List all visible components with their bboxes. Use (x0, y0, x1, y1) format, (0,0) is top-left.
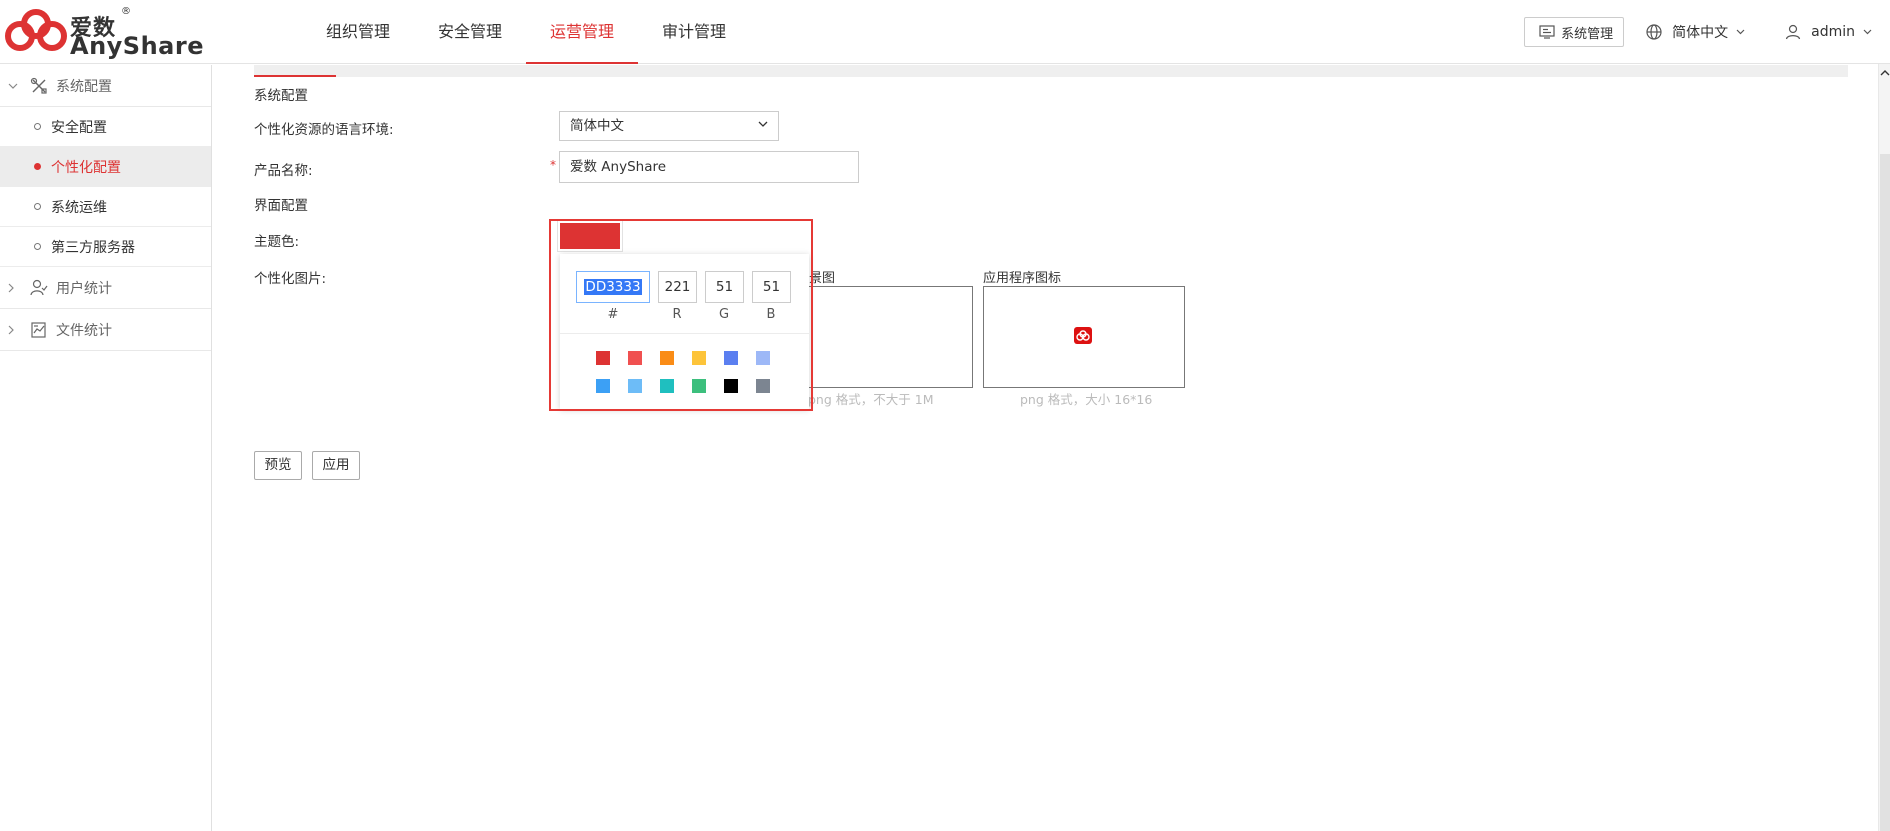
bullet-icon (34, 203, 41, 210)
scrollbar-thumb[interactable] (1880, 154, 1890, 831)
app-icon-hint: png 格式，大小 16*16 (1020, 392, 1153, 407)
cloud-logo-icon (1076, 330, 1090, 341)
username: admin (1811, 24, 1855, 40)
chevron-right-icon (8, 325, 18, 335)
main-nav: 组织管理 安全管理 运营管理 审计管理 (302, 0, 750, 64)
sidebar-item-label: 系统运维 (51, 199, 107, 216)
vertical-scrollbar[interactable] (1878, 64, 1890, 831)
sidebar-group-label: 用户统计 (56, 280, 112, 297)
hex-input[interactable]: DD3333 (576, 271, 650, 303)
sidebar-item-label: 安全配置 (51, 119, 107, 136)
color-swatch[interactable] (756, 351, 770, 365)
app-icon-caption: 应用程序图标 (983, 271, 1062, 286)
color-swatch[interactable] (692, 379, 706, 393)
sidebar-item-personalization[interactable]: 个性化配置 (0, 147, 211, 187)
sidebar-item-system-ops[interactable]: 系统运维 (0, 187, 211, 227)
active-tab-indicator (254, 75, 336, 77)
chevron-down-icon (8, 83, 18, 89)
sidebar-item-label: 第三方服务器 (51, 239, 135, 256)
user-menu[interactable]: admin (1785, 24, 1882, 40)
apply-button[interactable]: 应用 (312, 451, 360, 480)
color-swatch[interactable] (596, 379, 610, 393)
background-image-upload[interactable] (800, 286, 973, 388)
preview-button[interactable]: 预览 (254, 451, 302, 480)
color-swatch[interactable] (628, 379, 642, 393)
sidebar: 系统配置 安全配置 个性化配置 系统运维 第三方服务器 用户统计 文件统计 (0, 65, 212, 831)
background-image-hint: png 格式，不大于 1M (808, 392, 934, 407)
top-header: 爱数 ® AnyShare 组织管理 安全管理 运营管理 审计管理 系统管理 简… (0, 0, 1890, 64)
system-management-button[interactable]: 系统管理 (1524, 17, 1625, 47)
background-image-caption: 景图 (809, 271, 836, 286)
chevron-down-icon (758, 121, 768, 127)
logo-text-en: AnyShare (70, 32, 204, 60)
language-label: 简体中文 (1672, 25, 1729, 41)
green-label: G (718, 307, 730, 322)
red-input[interactable]: 221 (658, 271, 697, 303)
sidebar-item-security-config[interactable]: 安全配置 (0, 107, 211, 147)
theme-color-label: 主题色: (254, 234, 300, 250)
blue-input[interactable]: 51 (752, 271, 791, 303)
sidebar-item-label: 个性化配置 (51, 159, 121, 176)
nav-operations-management[interactable]: 运营管理 (526, 0, 639, 64)
nav-org-management[interactable]: 组织管理 (302, 0, 414, 64)
color-swatch[interactable] (660, 351, 674, 365)
sidebar-group-label: 系统配置 (56, 78, 112, 95)
color-swatch[interactable] (724, 379, 738, 393)
picker-divider (560, 333, 809, 334)
color-swatch[interactable] (692, 351, 706, 365)
hex-value-selected: DD3333 (584, 279, 642, 295)
color-swatch[interactable] (724, 351, 738, 365)
section-title-system-config: 系统配置 (254, 88, 308, 104)
system-management-label: 系统管理 (1561, 26, 1614, 42)
section-title-ui-config: 界面配置 (254, 198, 308, 214)
color-swatch[interactable] (660, 379, 674, 393)
product-name-input[interactable]: 爱数 AnyShare (559, 151, 859, 183)
bullet-icon (34, 123, 41, 130)
cloud-logo-icon (5, 9, 67, 51)
bullet-icon (34, 243, 41, 250)
app-icon-preview (1074, 327, 1092, 344)
color-swatch[interactable] (628, 351, 642, 365)
chevron-up-icon[interactable] (1880, 68, 1890, 78)
custom-images-label: 个性化图片: (254, 271, 327, 287)
hex-label: # (607, 307, 619, 322)
sidebar-group-user-stats[interactable]: 用户统计 (0, 267, 211, 309)
language-switcher[interactable]: 简体中文 (1646, 22, 1755, 42)
language-env-select[interactable]: 简体中文 (559, 111, 779, 141)
user-stats-icon (30, 279, 48, 297)
green-input[interactable]: 51 (705, 271, 744, 303)
tools-icon (30, 77, 48, 95)
bullet-icon (34, 163, 41, 170)
sidebar-group-file-stats[interactable]: 文件统计 (0, 309, 211, 351)
tab-strip (254, 65, 1848, 77)
red-label: R (672, 307, 682, 322)
file-stats-icon (30, 321, 48, 339)
color-picker-popup: DD3333 221 51 51 # R G B (560, 254, 809, 409)
system-monitor-icon (1539, 25, 1555, 39)
required-asterisk: * (550, 158, 556, 172)
anyshare-logo[interactable]: 爱数 ® AnyShare (2, 6, 203, 60)
color-swatch[interactable] (596, 351, 610, 365)
theme-color-swatch-button[interactable] (560, 223, 620, 249)
logo-registered-mark: ® (121, 6, 131, 17)
user-icon (1786, 24, 1801, 40)
nav-security-management[interactable]: 安全管理 (414, 0, 526, 64)
chevron-down-icon (1736, 29, 1745, 35)
header-right: 系统管理 简体中文 admin (1524, 0, 1890, 64)
product-name-label: 产品名称: (254, 163, 313, 179)
language-env-value: 简体中文 (570, 118, 624, 134)
globe-icon (1646, 24, 1662, 40)
language-env-label: 个性化资源的语言环境: (254, 122, 394, 138)
sidebar-group-system-config[interactable]: 系统配置 (0, 65, 211, 107)
sidebar-group-label: 文件统计 (56, 322, 112, 339)
sidebar-item-third-party-server[interactable]: 第三方服务器 (0, 227, 211, 267)
nav-audit-management[interactable]: 审计管理 (638, 0, 750, 64)
chevron-down-icon (1863, 29, 1872, 35)
chevron-right-icon (8, 283, 18, 293)
blue-label: B (766, 307, 776, 322)
color-swatch[interactable] (756, 379, 770, 393)
